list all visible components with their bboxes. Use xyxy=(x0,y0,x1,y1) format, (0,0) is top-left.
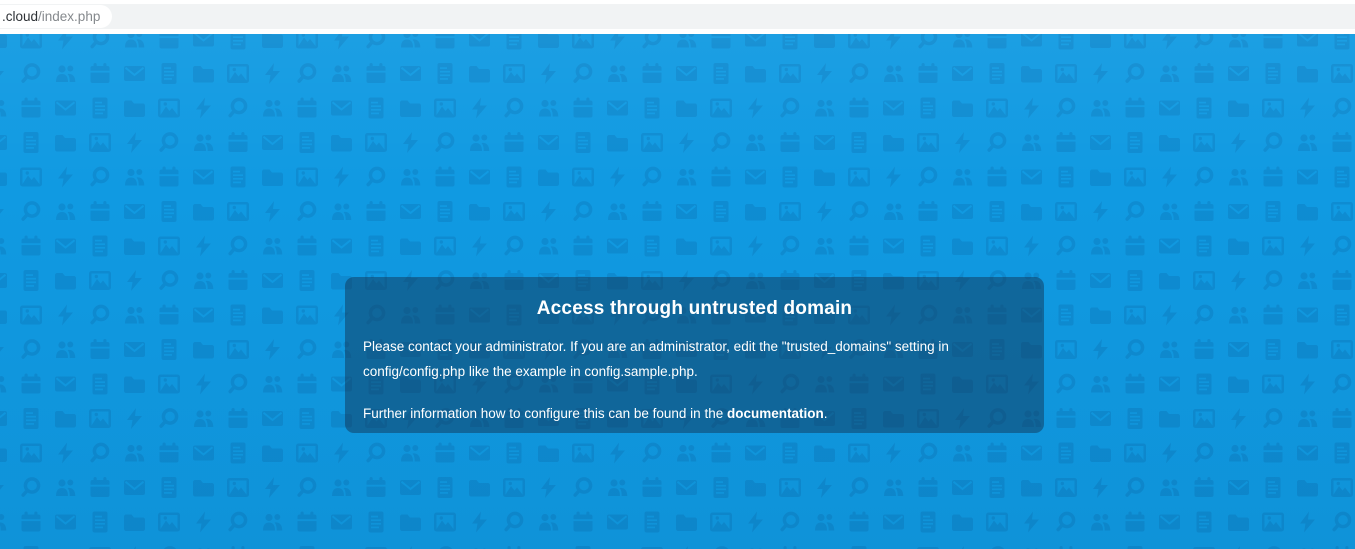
dialog-message: Please contact your administrator. If yo… xyxy=(363,339,949,379)
dialog-title: Access through untrusted domain xyxy=(536,298,853,319)
url-path: /index.php xyxy=(38,9,101,24)
browser-url-bar[interactable]: .cloud/index.php xyxy=(0,0,1355,34)
dialog-info: Further information how to configure thi… xyxy=(363,401,1026,426)
url-domain: .cloud xyxy=(2,9,39,24)
dialog-info-period: . xyxy=(823,406,828,421)
url-text[interactable]: .cloud/index.php xyxy=(2,4,100,29)
error-dialog: Access through untrusted domain Please c… xyxy=(345,277,1044,433)
dialog-info-text: Further information how to configure thi… xyxy=(363,406,727,421)
documentation-link[interactable]: documentation xyxy=(727,406,824,421)
page-background: Access through untrusted domain Please c… xyxy=(0,34,1355,549)
